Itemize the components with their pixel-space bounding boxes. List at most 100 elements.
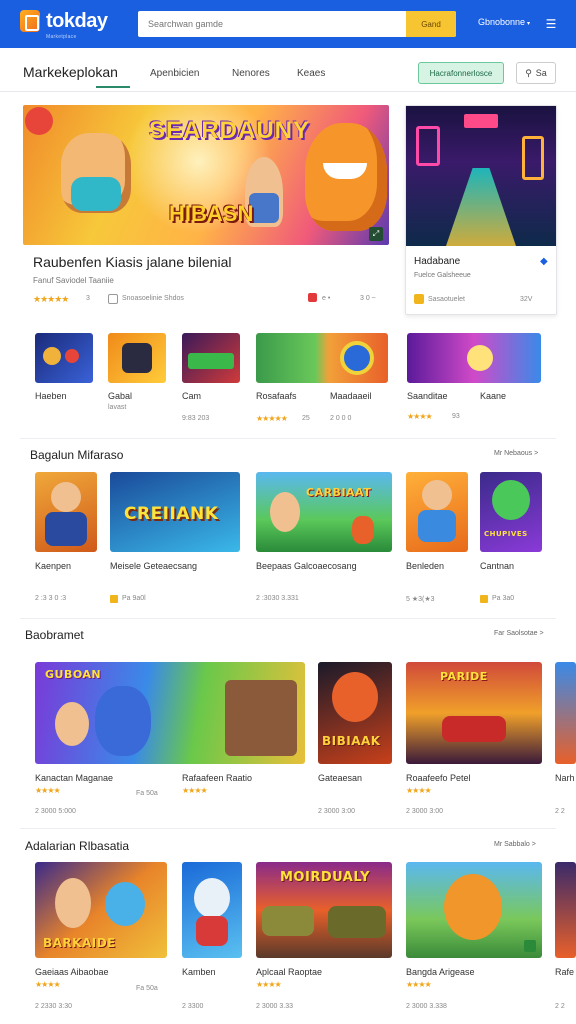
account-menu[interactable]: Gbnobonne	[478, 17, 530, 27]
game-tile[interactable]	[108, 333, 166, 383]
hero-rating-stars: ★★★★★	[33, 294, 69, 304]
game-tile[interactable]: BIBIAAK	[318, 662, 392, 764]
game-tile[interactable]: MOIRDUALY	[256, 862, 392, 958]
side-card-desc: Fuelce Galsheeue	[414, 272, 471, 279]
tile-extra: Fa 50a	[136, 985, 158, 992]
hamburger-icon[interactable]: ☰	[544, 17, 558, 31]
expand-icon[interactable]: ⤢	[369, 227, 383, 241]
hero-banner[interactable]: SEARDAUNY HIBASN ⤢	[23, 105, 389, 245]
tile-stars: ★★★★	[35, 980, 61, 989]
tile-label: Kaane	[480, 391, 507, 401]
tile-art	[122, 343, 152, 373]
tile-art	[442, 716, 506, 742]
tile-sub: Pa 3a0	[492, 595, 515, 602]
tile-art-title: BIBIAAK	[322, 734, 381, 748]
tile-label: Benleden	[406, 561, 445, 571]
tile-art	[270, 492, 300, 532]
section-title: Baobramet	[25, 628, 84, 642]
neon-frame-left	[416, 126, 440, 166]
tile-stars: ★★★★	[35, 786, 61, 795]
tile-sub: 2 2330 3:30	[35, 1003, 72, 1010]
tile-label: Rafaafeen Raatio	[182, 773, 253, 783]
tile-art	[418, 510, 456, 542]
game-tile[interactable]	[555, 662, 576, 764]
tile-art	[194, 878, 230, 918]
tile-sub: 2 2	[555, 808, 565, 815]
featured-side-card[interactable]: Hadabane ◆ Fuelce Galsheeue Sasaotuelet …	[405, 105, 557, 315]
neon-lane	[446, 168, 516, 246]
tab-3[interactable]: Keaes	[297, 68, 325, 79]
game-tile[interactable]: CHUPIVES	[480, 472, 542, 552]
tile-sub: 2 3000 3:00	[318, 808, 355, 815]
neon-sign	[464, 114, 498, 128]
hero-art-subtitle: HIBASN	[169, 201, 254, 226]
hero-rating-number: 3	[86, 295, 90, 302]
tile-label: Maadaaeil	[330, 391, 372, 401]
tile-art-title: GUBOAN	[45, 668, 102, 681]
nav-brand[interactable]: Markekeplokan	[23, 64, 118, 80]
search-bar: Gand	[138, 11, 456, 37]
tile-sub: 2 3000 3.33	[256, 1003, 293, 1010]
game-tile[interactable]: CREIIANK	[110, 472, 240, 552]
tile-label: Narh	[555, 773, 575, 783]
tile-sub: lavast	[108, 404, 127, 411]
tile-stars: ★★★★	[182, 786, 208, 795]
divider	[20, 828, 556, 829]
tile-label: Meisele Geteaecsang	[110, 561, 198, 571]
search-button[interactable]: Gand	[406, 11, 456, 37]
tile-label: Kamben	[182, 967, 216, 977]
tile-sub: 2 2	[555, 1003, 565, 1010]
side-card-image	[406, 106, 556, 246]
game-tile[interactable]	[182, 862, 242, 958]
game-tile[interactable]: GUBOAN	[35, 662, 305, 764]
tile-art	[225, 680, 297, 756]
game-tile[interactable]	[182, 333, 240, 383]
hero-description: Fanuf Saviodel Taaniie	[33, 276, 114, 285]
tile-art	[196, 916, 228, 946]
hero-ball	[25, 107, 53, 135]
tile-sub: 9:83 203	[182, 415, 210, 422]
see-all-link[interactable]: Far Saolsotae >	[494, 630, 544, 637]
logo[interactable]: tokday	[20, 10, 108, 32]
hero-title[interactable]: Raubenfen Kiasis jalane bilenial	[33, 254, 231, 270]
tile-art	[95, 686, 151, 756]
hero-art-title: SEARDAUNY	[149, 117, 311, 144]
nav-cta-button[interactable]: Hacrafonnerlosce	[418, 62, 504, 84]
game-tile[interactable]	[256, 333, 388, 383]
tile-label: Bangda Arigease	[406, 967, 475, 977]
tile-stars: ★★★★	[256, 980, 282, 989]
tile-art	[328, 906, 386, 938]
coin-icon	[110, 595, 118, 603]
divider	[20, 618, 556, 619]
game-tile[interactable]	[406, 862, 542, 958]
game-tile[interactable]	[406, 472, 468, 552]
expand-icon[interactable]	[524, 940, 536, 952]
game-tile[interactable]	[35, 472, 97, 552]
hero-character-left	[61, 133, 131, 213]
tile-art	[352, 516, 374, 544]
see-all-link[interactable]: Mr Sabbalo >	[494, 841, 536, 848]
tile-sub: 2 :3030 3.331	[256, 595, 299, 602]
tile-art	[262, 906, 314, 936]
nav-search-button[interactable]: ⚲ Sa	[516, 62, 556, 84]
search-input[interactable]	[138, 11, 404, 37]
tab-1[interactable]: Apenbicien	[150, 68, 199, 79]
nav-search-label: Sa	[535, 68, 547, 78]
tile-sub: 2 3000 5:000	[35, 808, 76, 815]
game-tile[interactable]	[35, 333, 93, 383]
game-tile[interactable]	[407, 333, 541, 383]
game-tile[interactable]: PARIDE	[406, 662, 542, 764]
tile-label: Cam	[182, 391, 202, 401]
game-tile[interactable]: CARBIAAT	[256, 472, 392, 552]
logo-mark-icon	[20, 10, 40, 32]
section-title: Bagalun Mifaraso	[30, 448, 124, 462]
tile-art	[105, 882, 145, 926]
game-tile[interactable]: BARKAIDE	[35, 862, 167, 958]
tile-art	[51, 482, 81, 512]
tile-art	[55, 702, 89, 746]
tile-label: Haeben	[35, 391, 67, 401]
tile-label: Kaenpen	[35, 561, 72, 571]
see-all-link[interactable]: Mr Nebaous >	[494, 450, 538, 457]
game-tile[interactable]	[555, 862, 576, 958]
tab-2[interactable]: Nenores	[232, 68, 270, 79]
